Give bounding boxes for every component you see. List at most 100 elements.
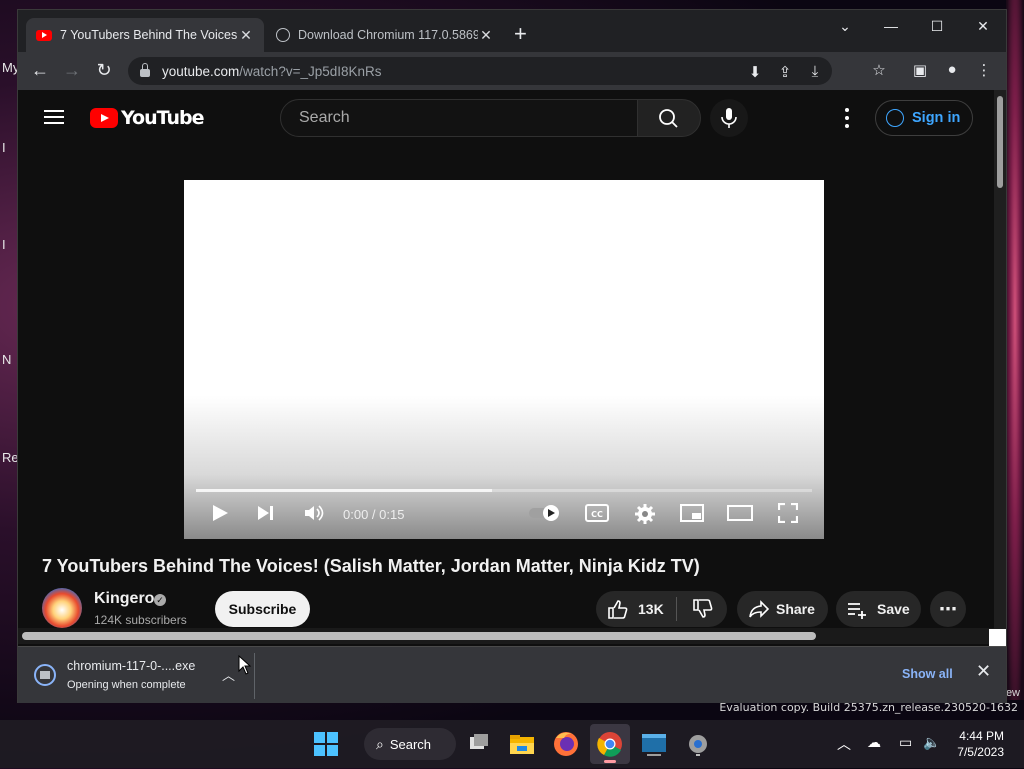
verified-check-icon: ✓ xyxy=(154,594,166,606)
more-actions-button[interactable]: ⋯ xyxy=(930,591,966,627)
volume-icon[interactable] xyxy=(303,503,325,523)
tab-youtube[interactable]: 7 YouTubers Behind The Voices! ( ✕ xyxy=(26,18,264,52)
address-bar[interactable]: youtube.com/watch?v=_Jp5dI8KnRs ⤓ ⇪ ⬇ ☆ xyxy=(128,57,832,85)
maximize-button[interactable]: ☐ xyxy=(925,18,949,35)
chrome-taskbar-active[interactable] xyxy=(590,724,630,764)
sign-in-button[interactable]: Sign in xyxy=(875,100,973,136)
back-arrow-icon[interactable]: ← xyxy=(29,60,51,80)
video-title: 7 YouTubers Behind The Voices! (Salish M… xyxy=(42,556,700,576)
profile-icon[interactable]: ● xyxy=(942,61,962,78)
install-app-icon[interactable]: ⤓ xyxy=(805,63,825,80)
search-button[interactable] xyxy=(637,99,701,137)
share-button[interactable]: Share xyxy=(737,591,828,627)
close-window-button[interactable]: ✕ xyxy=(971,18,995,35)
cloud-offline-icon[interactable]: ☁ xyxy=(867,734,881,751)
address-url[interactable]: youtube.com/watch?v=_Jp5dI8KnRs xyxy=(162,64,382,79)
new-tab-button[interactable]: + xyxy=(514,23,527,45)
hamburger-menu-icon[interactable] xyxy=(44,110,64,124)
desktop-left-edge: My I I N Re xyxy=(0,0,19,700)
taskbar-search[interactable]: ⌕ Search xyxy=(364,728,456,760)
system-clock[interactable]: 4:44 PM 7/5/2023 xyxy=(948,728,1004,760)
next-icon[interactable] xyxy=(256,503,276,523)
tab-title: 7 YouTubers Behind The Voices! ( xyxy=(60,28,238,42)
search-icon xyxy=(659,109,678,128)
channel-name[interactable]: Kingero xyxy=(94,590,154,608)
tab-title: Download Chromium 117.0.5869 xyxy=(298,28,478,42)
desktop-right-edge xyxy=(1006,0,1024,700)
miniplayer-icon[interactable] xyxy=(680,503,704,523)
save-button[interactable]: Save xyxy=(836,591,921,627)
account-circle-icon xyxy=(886,109,904,127)
add-to-playlist-icon xyxy=(848,603,866,619)
lock-icon[interactable] xyxy=(140,63,150,77)
volume-icon[interactable]: 🔈 xyxy=(923,734,940,751)
close-download-bar-icon[interactable]: ✕ xyxy=(976,661,991,682)
more-horizontal-icon: ⋯ xyxy=(939,598,957,619)
captions-icon[interactable]: CC xyxy=(585,503,609,523)
reload-icon[interactable]: ↻ xyxy=(93,60,115,80)
close-tab-icon[interactable]: ✕ xyxy=(478,27,494,44)
youtube-logo[interactable]: YouTube xyxy=(90,107,204,129)
autoplay-toggle-icon[interactable] xyxy=(528,503,562,523)
side-panel-icon[interactable]: ▣ xyxy=(910,61,930,79)
watermark-fragment: ew xyxy=(1005,687,1020,699)
subscribe-button[interactable]: Subscribe xyxy=(215,591,310,627)
progress-bar[interactable] xyxy=(196,489,812,492)
play-icon[interactable] xyxy=(210,503,230,523)
bookmark-star-icon[interactable]: ☆ xyxy=(869,61,889,79)
theater-mode-icon[interactable] xyxy=(727,503,753,523)
search-box xyxy=(280,99,638,137)
globe-icon xyxy=(276,28,290,42)
tab-search-dropdown-icon[interactable]: ⌄ xyxy=(833,18,857,35)
desktop-icon-label: I xyxy=(2,140,6,155)
like-button[interactable]: 13K xyxy=(596,598,676,620)
tab-chromium-download[interactable]: Download Chromium 117.0.5869 ✕ xyxy=(266,18,504,52)
search-input[interactable] xyxy=(297,108,621,128)
clock-date: 7/5/2023 xyxy=(957,745,1004,759)
file-explorer-icon[interactable] xyxy=(506,728,538,760)
chevron-up-icon[interactable]: ︿ xyxy=(222,665,235,684)
horizontal-scrollbar[interactable] xyxy=(18,628,994,644)
network-icon[interactable]: ▭ xyxy=(899,734,912,751)
sign-in-label: Sign in xyxy=(912,110,961,126)
buffered-bar xyxy=(196,489,492,492)
minimize-button[interactable]: — xyxy=(879,18,903,34)
download-page-icon[interactable]: ⬇ xyxy=(745,63,765,81)
settings-gear-icon[interactable] xyxy=(682,728,714,760)
share-page-icon[interactable]: ⇪ xyxy=(775,63,795,81)
like-dislike-group: 13K xyxy=(596,591,727,627)
dislike-button[interactable] xyxy=(677,598,727,620)
thumbs-up-icon xyxy=(608,600,628,619)
voice-search-button[interactable] xyxy=(710,99,748,137)
settings-gear-icon[interactable] xyxy=(634,503,656,525)
browser-toolbar: ← → ↻ youtube.com/watch?v=_Jp5dI8KnRs ⤓ … xyxy=(18,52,1006,90)
installer-file-icon xyxy=(34,664,56,686)
download-item[interactable]: chromium-117-0-....exe Opening when comp… xyxy=(24,653,255,699)
vertical-scrollbar[interactable] xyxy=(994,90,1006,645)
show-all-downloads-button[interactable]: Show all xyxy=(894,661,961,687)
chrome-menu-icon[interactable]: ⋮ xyxy=(974,61,994,79)
mouse-cursor-icon xyxy=(238,655,252,675)
settings-kebab-icon[interactable] xyxy=(838,108,856,128)
firefox-icon[interactable] xyxy=(550,728,582,760)
search-icon: ⌕ xyxy=(376,735,384,752)
subscriber-count: 124K subscribers xyxy=(94,613,187,627)
scrollbar-thumb[interactable] xyxy=(22,632,816,640)
youtube-favicon-icon xyxy=(36,29,52,41)
download-filename: chromium-117-0-....exe xyxy=(67,659,196,673)
windows-start-icon[interactable] xyxy=(312,730,344,762)
forward-arrow-icon[interactable]: → xyxy=(61,60,83,80)
download-status: Opening when complete xyxy=(67,679,186,691)
share-arrow-icon xyxy=(749,600,770,618)
task-view-icon[interactable] xyxy=(464,728,496,760)
share-label: Share xyxy=(776,601,815,617)
terminal-app-icon[interactable] xyxy=(638,728,670,760)
scrollbar-thumb[interactable] xyxy=(997,96,1003,188)
close-tab-icon[interactable]: ✕ xyxy=(238,27,254,44)
youtube-play-badge-icon xyxy=(90,108,118,128)
fullscreen-icon[interactable] xyxy=(778,503,798,523)
channel-avatar[interactable] xyxy=(42,588,82,628)
chrome-icon xyxy=(597,732,622,763)
chevron-up-icon[interactable]: ︿ xyxy=(837,734,851,754)
video-player[interactable]: 0:00 / 0:15 CC xyxy=(184,180,824,539)
